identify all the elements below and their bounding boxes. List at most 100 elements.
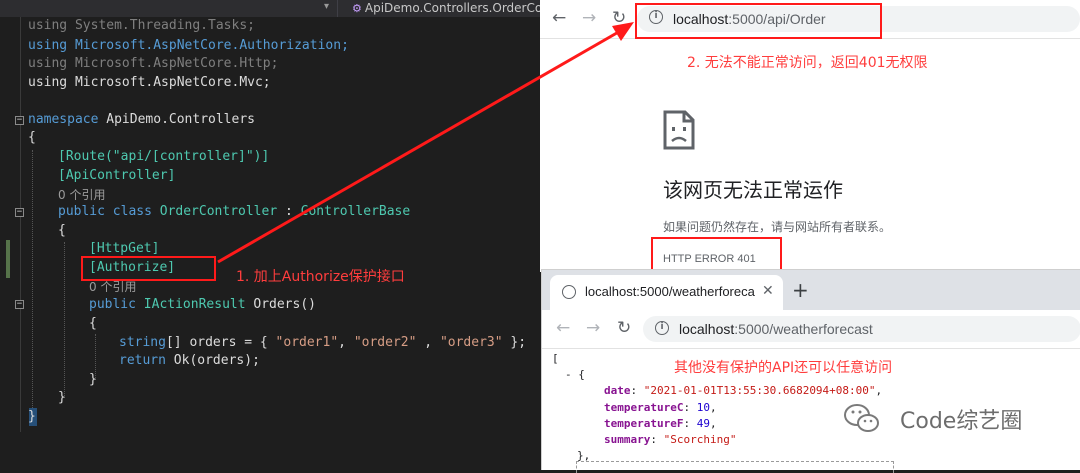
code-text: }; (502, 335, 527, 350)
address-url[interactable]: localhost:5000/weatherforecast (679, 321, 873, 337)
tab-weatherforecast[interactable]: localhost:5000/weatherforecast ✕ (550, 275, 783, 310)
tab-strip: localhost:5000/weatherforecast ✕ + (542, 270, 1080, 310)
code-text: using Microsoft.AspNetCore.Mvc; (28, 75, 271, 90)
editor-navigation-bar: ▾ ⚙ ApiDemo.Controllers.OrderCon (0, 0, 540, 17)
json-key: summary (604, 433, 651, 446)
code-text: using System.Threading.Tasks; (28, 18, 255, 33)
class-icon: ⚙ (352, 2, 362, 15)
code-line-brace[interactable]: { (89, 315, 97, 334)
brace: { (28, 130, 36, 145)
code-text: Ok(orders); (173, 353, 260, 368)
back-arrow-icon[interactable]: ← (552, 8, 566, 28)
json-next-item-outline (576, 461, 894, 473)
error-subtitle: 如果问题仍然存在，请与网站所有者联系。 (663, 220, 892, 234)
code-text: [] orders = { (165, 335, 276, 350)
code-line-brace[interactable]: } (28, 408, 36, 427)
new-tab-button[interactable]: + (792, 278, 809, 302)
json-field-summary: summary: "Scorching" (604, 433, 737, 446)
string-literal: "order3" (439, 335, 503, 350)
code-line-brace[interactable]: { (28, 129, 36, 148)
json-field-temperaturec: temperatureC: 10, (604, 401, 717, 414)
code-line-return[interactable]: return Ok(orders); (119, 352, 260, 371)
code-editor[interactable]: ▾ ⚙ ApiDemo.Controllers.OrderCon − − − us… (0, 0, 540, 469)
code-line-class[interactable]: public class OrderController : Controlle… (58, 203, 410, 222)
close-icon[interactable]: ✕ (762, 283, 774, 299)
annotation-callout-3: 其他没有保护的API还可以任意访问 (674, 360, 893, 376)
fold-toggle-method[interactable]: − (15, 300, 24, 309)
codelens-references[interactable]: 0 个引用 (89, 280, 136, 294)
brace: { (58, 223, 66, 238)
json-field-temperaturef: temperatureF: 49, (604, 417, 717, 430)
attribute-httpget: [HttpGet] (89, 241, 160, 256)
json-key: date (604, 384, 631, 397)
json-value: 49 (696, 417, 710, 430)
change-indicator (6, 240, 10, 278)
class-name: OrderController (159, 204, 278, 219)
navigation-dropdown-class[interactable]: ⚙ ApiDemo.Controllers.OrderCon (352, 1, 540, 15)
keyword: namespace (28, 112, 99, 127)
method-name: Orders() (245, 297, 316, 312)
code-line-using[interactable]: using Microsoft.AspNetCore.Mvc; (28, 74, 271, 93)
code-line-brace[interactable]: { (58, 222, 66, 241)
browser-toolbar: ← → ↻ i localhost:5000/weatherforecast (542, 310, 1080, 349)
keyword: string (119, 335, 166, 350)
code-text: , (416, 335, 440, 350)
indent-guide (64, 242, 65, 398)
keyword: return (119, 353, 174, 368)
fold-toggle-class[interactable]: − (15, 208, 24, 217)
code-line-route[interactable]: [Route("api/[controller]")] (58, 148, 269, 167)
code-text: using Microsoft.AspNetCore.Http; (28, 56, 279, 71)
code-line-array[interactable]: string[] orders = { "order1", "order2" ,… (119, 334, 526, 353)
address-bar[interactable]: i localhost:5000/weatherforecast (643, 316, 1080, 342)
back-arrow-icon[interactable]: ← (556, 318, 570, 338)
globe-icon (562, 285, 576, 299)
code-line-brace[interactable]: } (89, 371, 97, 390)
annotation-callout-2: 2. 无法不能正常访问，返回401无权限 (687, 55, 928, 71)
keyword: public class (58, 204, 160, 219)
namespace-name: ApiDemo.Controllers (98, 112, 255, 127)
divider (337, 0, 338, 17)
code-line-using[interactable]: using Microsoft.AspNetCore.Http; (28, 55, 278, 74)
url-host: localhost (679, 321, 735, 337)
reload-icon[interactable]: ↻ (617, 318, 631, 338)
json-value: "2021-01-01T13:55:30.6682094+08:00" (643, 384, 876, 397)
annotation-box-url (635, 3, 882, 39)
string-literal: "order1" (275, 335, 339, 350)
string-literal: "order2" (353, 335, 417, 350)
code-text: , (338, 335, 354, 350)
code-line-namespace[interactable]: namespace ApiDemo.Controllers (28, 111, 255, 130)
sad-page-icon (663, 110, 695, 150)
error-title: 该网页无法正常运作 (663, 178, 843, 202)
codelens-references[interactable]: 0 个引用 (58, 188, 105, 202)
annotation-callout-1: 1. 加上Authorize保护接口 (236, 269, 405, 285)
json-collapse-toggle[interactable]: - { (565, 368, 585, 381)
info-icon[interactable]: i (655, 321, 669, 335)
margin-line (20, 17, 21, 432)
reload-icon[interactable]: ↻ (612, 8, 626, 28)
forward-arrow-icon[interactable]: → (586, 318, 600, 338)
editor-gutter (0, 17, 21, 469)
annotation-box-authorize (81, 256, 216, 281)
keyword: public (89, 297, 144, 312)
url-path: :5000/weatherforecast (734, 321, 873, 337)
code-line-method[interactable]: public IActionResult Orders() (89, 296, 316, 315)
json-key: temperatureF (604, 417, 684, 430)
json-value: "Scorching" (663, 433, 737, 446)
code-text: using Microsoft.AspNetCore.Authorization… (28, 38, 349, 53)
wechat-logo-icon (844, 404, 879, 432)
code-line-brace[interactable]: } (58, 389, 66, 408)
forward-arrow-icon[interactable]: → (582, 8, 596, 28)
code-line-using[interactable]: using Microsoft.AspNetCore.Authorization… (28, 37, 349, 56)
brace: { (89, 316, 97, 331)
code-line-using[interactable]: using System.Threading.Tasks; (28, 17, 255, 36)
fold-toggle-namespace[interactable]: − (15, 116, 24, 125)
json-bracket: [ (552, 352, 559, 365)
tab-title: localhost:5000/weatherforecast (585, 284, 755, 299)
watermark-text: Code综艺圈 (900, 409, 1023, 434)
base-class-name: ControllerBase (300, 204, 411, 219)
chevron-down-icon[interactable]: ▾ (324, 1, 329, 12)
navigation-dropdown-label: ApiDemo.Controllers.OrderCon (364, 1, 540, 15)
brace: } (89, 372, 97, 387)
code-line-apicontroller[interactable]: [ApiController] (58, 167, 175, 186)
return-type: IActionResult (143, 297, 246, 312)
